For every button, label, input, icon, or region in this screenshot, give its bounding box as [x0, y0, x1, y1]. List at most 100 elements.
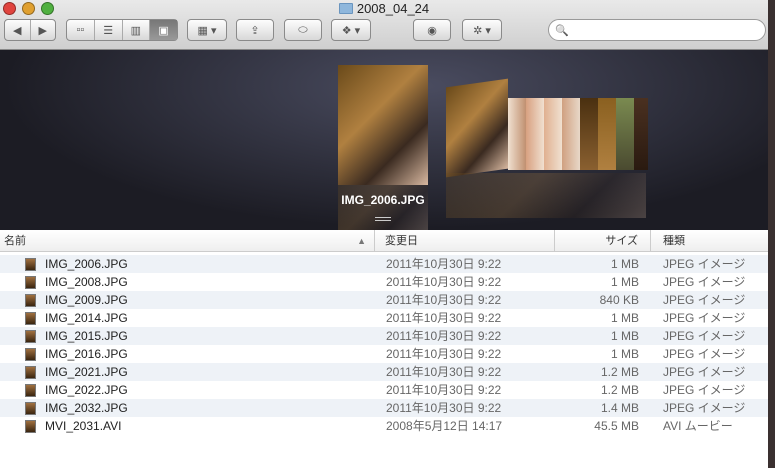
- file-row[interactable]: IMG_2032.JPG 2011年10月30日 9:22 1.4 MB JPE…: [0, 399, 768, 417]
- file-kind: JPEG イメージ: [663, 347, 746, 361]
- file-size: 45.5 MB: [594, 419, 639, 433]
- coverflow-area[interactable]: IMG_2006.JPG: [0, 50, 768, 230]
- file-name: MVI_2031.AVI: [45, 419, 122, 433]
- cover-image[interactable]: [598, 98, 616, 170]
- sort-ascending-icon: ▲: [357, 236, 366, 246]
- file-row[interactable]: IMG_2015.JPG 2011年10月30日 9:22 1 MB JPEG …: [0, 327, 768, 345]
- file-date: 2011年10月30日 9:22: [386, 347, 502, 361]
- cover-reflection: [338, 185, 428, 230]
- search-icon: 🔍: [555, 25, 569, 37]
- file-date: 2011年10月30日 9:22: [386, 401, 502, 415]
- cover-image[interactable]: [446, 78, 508, 178]
- file-size: 1 MB: [610, 329, 639, 343]
- file-name: IMG_2022.JPG: [45, 383, 128, 397]
- cover-image[interactable]: [508, 98, 526, 170]
- file-date: 2011年10月30日 9:22: [386, 293, 502, 307]
- toolbar: 2008_04_24 ◀ ▶ ▫▫ ☰ ▥ ▣ ▦ ▾ ⇪ ⬭ ❖ ▾ ◉ ✲ …: [0, 0, 768, 50]
- file-row[interactable]: IMG_2016.JPG 2011年10月30日 9:22 1 MB JPEG …: [0, 345, 768, 363]
- file-size: 1 MB: [610, 275, 639, 289]
- file-row[interactable]: IMG_2008.JPG 2011年10月30日 9:22 1 MB JPEG …: [0, 273, 768, 291]
- file-size: 1 MB: [610, 311, 639, 325]
- column-kind[interactable]: 種類: [651, 230, 768, 252]
- column-date[interactable]: 変更日: [375, 230, 555, 252]
- tag-button[interactable]: ⬭: [284, 19, 322, 41]
- dropbox-button[interactable]: ❖ ▾: [331, 19, 371, 41]
- file-size: 840 KB: [599, 293, 639, 307]
- search-input[interactable]: 🔍: [548, 19, 766, 41]
- nav-buttons: ◀ ▶: [4, 19, 56, 41]
- file-kind: JPEG イメージ: [663, 329, 746, 343]
- file-name: IMG_2021.JPG: [45, 365, 128, 379]
- file-row[interactable]: MVI_2031.AVI 2008年5月12日 14:17 45.5 MB AV…: [0, 417, 768, 435]
- image-file-icon: [25, 276, 36, 289]
- list-header: 名前 ▲ 変更日 サイズ 種類: [0, 230, 768, 252]
- share-button[interactable]: ⇪: [236, 19, 274, 41]
- finder-window: 2008_04_24 ◀ ▶ ▫▫ ☰ ▥ ▣ ▦ ▾ ⇪ ⬭ ❖ ▾ ◉ ✲ …: [0, 0, 768, 468]
- file-kind: JPEG イメージ: [663, 257, 746, 271]
- column-size[interactable]: サイズ: [555, 230, 651, 252]
- file-date: 2011年10月30日 9:22: [386, 329, 502, 343]
- cover-image[interactable]: [544, 98, 562, 170]
- cover-image[interactable]: [562, 98, 580, 170]
- arrange-button[interactable]: ▦ ▾: [187, 19, 227, 41]
- file-kind: JPEG イメージ: [663, 293, 746, 307]
- file-row[interactable]: IMG_2014.JPG 2011年10月30日 9:22 1 MB JPEG …: [0, 309, 768, 327]
- cover-reflection: [446, 173, 646, 218]
- action-gear-button[interactable]: ✲ ▾: [462, 19, 502, 41]
- file-kind: AVI ムービー: [663, 419, 733, 433]
- file-name: IMG_2032.JPG: [45, 401, 128, 415]
- folder-icon: [338, 3, 353, 14]
- file-size: 1.2 MB: [600, 383, 639, 397]
- icon-view-button[interactable]: ▫▫: [67, 20, 95, 40]
- file-date: 2011年10月30日 9:22: [386, 311, 502, 325]
- file-name: IMG_2006.JPG: [45, 257, 128, 271]
- file-row[interactable]: IMG_2006.JPG 2011年10月30日 9:22 1 MB JPEG …: [0, 255, 768, 273]
- file-row[interactable]: IMG_2021.JPG 2011年10月30日 9:22 1.2 MB JPE…: [0, 363, 768, 381]
- file-date: 2008年5月12日 14:17: [386, 419, 503, 433]
- column-name[interactable]: 名前 ▲: [0, 230, 375, 252]
- file-row[interactable]: IMG_2009.JPG 2011年10月30日 9:22 840 KB JPE…: [0, 291, 768, 309]
- back-button[interactable]: ◀: [5, 20, 31, 40]
- forward-button[interactable]: ▶: [31, 20, 56, 40]
- view-switcher: ▫▫ ☰ ▥ ▣: [66, 19, 178, 41]
- cover-image[interactable]: [580, 98, 598, 170]
- image-file-icon: [25, 348, 36, 361]
- file-name: IMG_2014.JPG: [45, 311, 128, 325]
- cover-image[interactable]: [634, 98, 648, 170]
- image-file-icon: [25, 258, 36, 271]
- file-date: 2011年10月30日 9:22: [386, 275, 502, 289]
- resize-grip[interactable]: [375, 217, 391, 221]
- file-kind: JPEG イメージ: [663, 365, 746, 379]
- movie-file-icon: [25, 420, 36, 433]
- file-kind: JPEG イメージ: [663, 275, 746, 289]
- quicklook-button[interactable]: ◉: [413, 19, 451, 41]
- image-file-icon: [25, 366, 36, 379]
- cover-image-selected[interactable]: [338, 65, 428, 185]
- image-file-icon: [25, 294, 36, 307]
- file-size: 1.4 MB: [600, 401, 639, 415]
- file-date: 2011年10月30日 9:22: [386, 365, 502, 379]
- image-file-icon: [25, 402, 36, 415]
- file-name: IMG_2009.JPG: [45, 293, 128, 307]
- file-size: 1.2 MB: [600, 365, 639, 379]
- file-row[interactable]: IMG_2022.JPG 2011年10月30日 9:22 1.2 MB JPE…: [0, 381, 768, 399]
- file-kind: JPEG イメージ: [663, 383, 746, 397]
- cover-image[interactable]: [616, 98, 634, 170]
- file-kind: JPEG イメージ: [663, 401, 746, 415]
- file-name: IMG_2008.JPG: [45, 275, 128, 289]
- file-date: 2011年10月30日 9:22: [386, 383, 502, 397]
- image-file-icon: [25, 312, 36, 325]
- file-list: IMG_2006.JPG 2011年10月30日 9:22 1 MB JPEG …: [0, 252, 768, 435]
- list-view-button[interactable]: ☰: [95, 20, 123, 40]
- image-file-icon: [25, 384, 36, 397]
- file-date: 2011年10月30日 9:22: [386, 257, 502, 271]
- file-name: IMG_2015.JPG: [45, 329, 128, 343]
- image-file-icon: [25, 330, 36, 343]
- file-kind: JPEG イメージ: [663, 311, 746, 325]
- column-view-button[interactable]: ▥: [123, 20, 151, 40]
- window-title: 2008_04_24: [0, 0, 768, 17]
- cover-caption: IMG_2006.JPG: [341, 193, 425, 207]
- file-size: 1 MB: [610, 257, 639, 271]
- coverflow-view-button[interactable]: ▣: [150, 20, 177, 40]
- cover-image[interactable]: [526, 98, 544, 170]
